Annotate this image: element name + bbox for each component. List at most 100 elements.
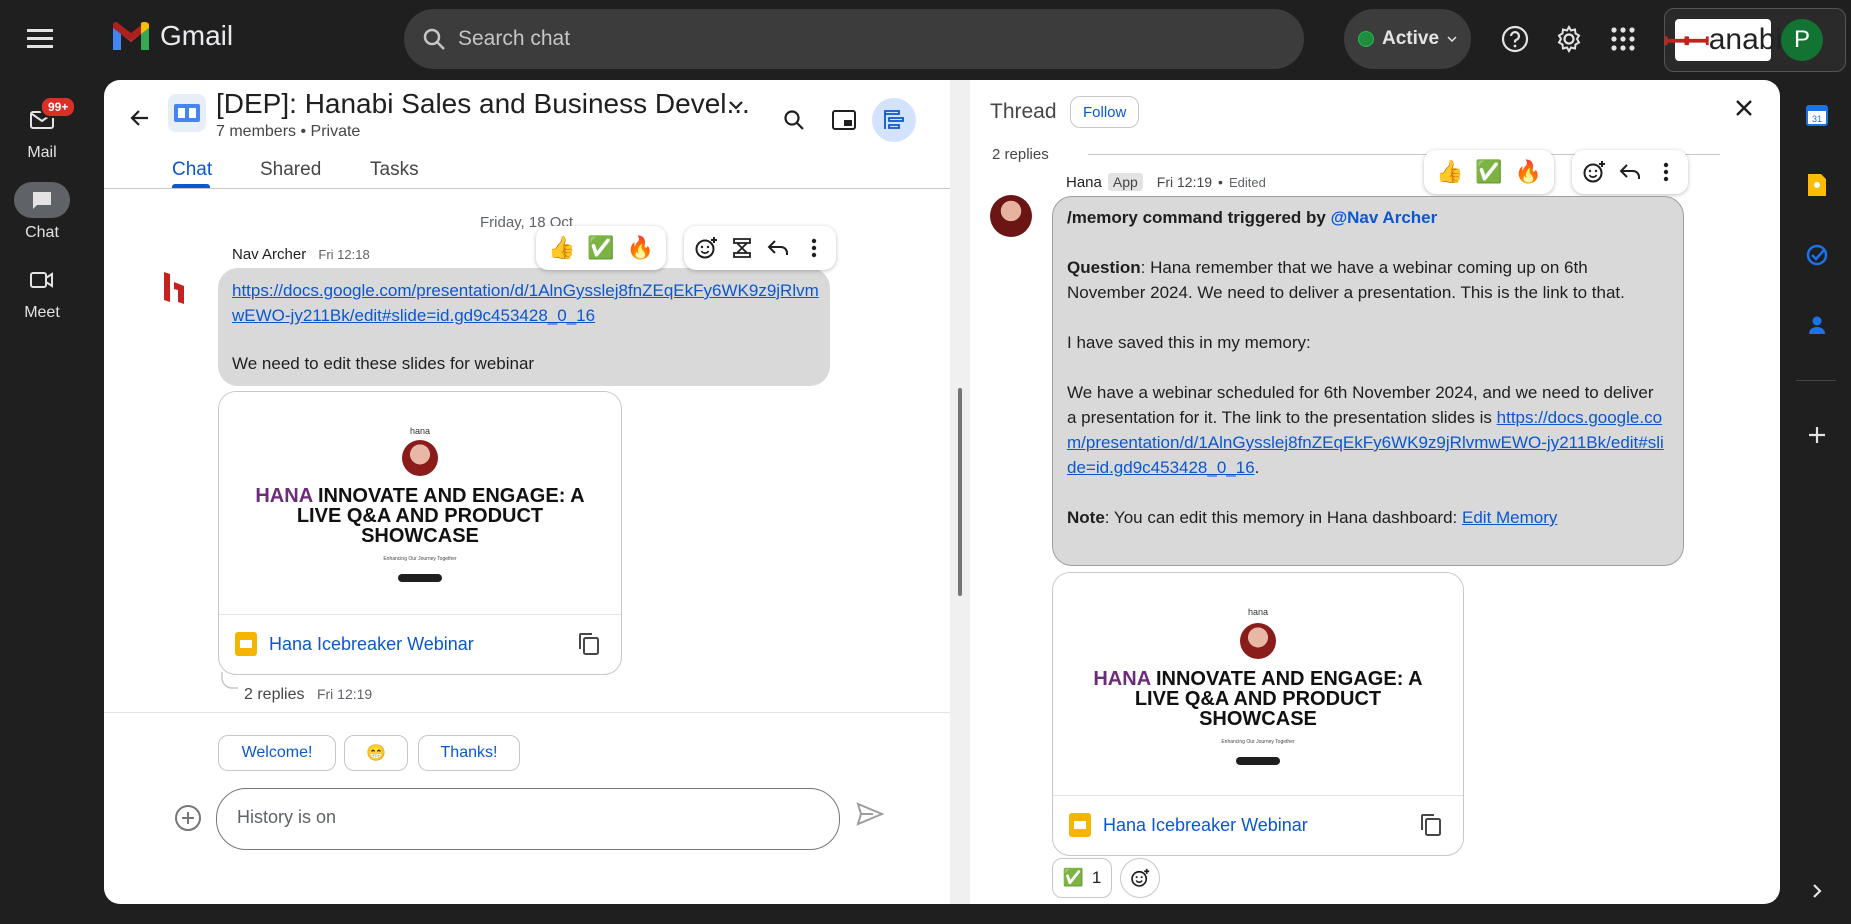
copy-link-button[interactable] — [1411, 805, 1451, 845]
back-button[interactable] — [120, 98, 160, 138]
search-input[interactable]: Search chat — [458, 27, 570, 51]
quick-reply-welcome[interactable]: Welcome! — [218, 735, 336, 771]
hana-avatar[interactable] — [990, 195, 1032, 237]
threads-icon — [884, 110, 904, 129]
reaction-chip-check[interactable]: ✅ 1 — [1052, 858, 1112, 898]
close-icon[interactable] — [1734, 98, 1754, 118]
tasks-app-button[interactable] — [1798, 236, 1836, 274]
add-emoji-icon — [695, 237, 717, 259]
rail-item-chat[interactable]: Chat — [0, 182, 84, 242]
note-text: : You can edit this memory in Hana dashb… — [1104, 508, 1462, 527]
thread-attachment-card[interactable]: hana HANA INNOVATE AND ENGAGE: A LIVE Q&… — [1052, 572, 1464, 856]
account-area[interactable]: ꟷꟷ anabi P — [1664, 8, 1846, 72]
add-attachment-icon[interactable] — [174, 804, 202, 832]
preview-title-highlight: HANA — [1093, 668, 1151, 690]
room-title[interactable]: [DEP]: Hanabi Sales and Business Devel..… — [216, 88, 750, 120]
add-reaction-button[interactable] — [688, 230, 724, 266]
quick-reply-thanks[interactable]: Thanks! — [418, 735, 520, 771]
threads-button[interactable] — [872, 98, 916, 142]
copy-link-button[interactable] — [569, 624, 609, 664]
status-selector[interactable]: Active — [1344, 9, 1471, 69]
compose-placeholder: History is on — [237, 807, 337, 827]
member-count[interactable]: 7 members — [216, 123, 296, 140]
user-mention[interactable]: @Nav Archer — [1331, 208, 1438, 227]
account-avatar[interactable]: P — [1781, 19, 1823, 61]
plus-icon — [1809, 427, 1825, 443]
add-emoji-icon — [1131, 868, 1150, 887]
slide-preview[interactable]: hana HANA INNOVATE AND ENGAGE: A LIVE Q&… — [219, 392, 621, 615]
calendar-app-button[interactable]: 31 — [1798, 96, 1836, 134]
rail-label-meet: Meet — [24, 304, 60, 321]
reaction-emoji: ✅ — [1062, 868, 1084, 887]
attachment-footer: Hana Icebreaker Webinar — [219, 616, 621, 672]
add-reaction-button[interactable] — [1120, 858, 1160, 898]
summarize-button[interactable] — [724, 230, 760, 266]
reaction-check[interactable]: ✅ — [581, 235, 620, 261]
send-icon[interactable] — [856, 802, 884, 826]
tab-divider — [104, 188, 950, 189]
question-text: : Hana remember that we have a webinar c… — [1067, 258, 1625, 302]
sender-name[interactable]: Nav Archer — [232, 246, 306, 263]
reply-button[interactable] — [1612, 154, 1648, 190]
attachment-card[interactable]: hana HANA INNOVATE AND ENGAGE: A LIVE Q&… — [218, 391, 622, 675]
more-options-button[interactable] — [796, 230, 832, 266]
question-paragraph: Question: Hana remember that we have a w… — [1067, 255, 1667, 305]
slide-preview[interactable]: hana HANA INNOVATE AND ENGAGE: A LIVE Q&… — [1053, 573, 1463, 796]
open-in-popup-button[interactable] — [822, 98, 866, 142]
search-in-chat-button[interactable] — [772, 98, 816, 142]
scrollbar-thumb[interactable] — [958, 388, 962, 596]
quick-reactions-bar: 👍 ✅ 🔥 — [536, 226, 667, 270]
settings-button[interactable] — [1548, 18, 1590, 60]
message-text: We need to edit these slides for webinar — [232, 354, 535, 373]
hana-portrait-icon — [402, 440, 438, 476]
unread-badge: 99+ — [40, 96, 77, 118]
summary-icon — [733, 238, 751, 258]
gear-icon — [1557, 25, 1581, 53]
help-button[interactable] — [1494, 18, 1536, 60]
tab-tasks[interactable]: Tasks — [370, 159, 419, 181]
preview-title-rest: INNOVATE AND ENGAGE: A LIVE Q&A AND PROD… — [296, 485, 585, 547]
chevron-down-icon[interactable] — [728, 100, 744, 110]
message-link[interactable]: https://docs.google.com/presentation/d/1… — [232, 278, 822, 328]
calendar-icon: 31 — [1806, 105, 1828, 126]
add-reaction-button[interactable] — [1576, 154, 1612, 190]
keep-app-button[interactable] — [1798, 166, 1836, 204]
contacts-app-button[interactable] — [1798, 306, 1836, 344]
tab-shared[interactable]: Shared — [260, 159, 321, 181]
reaction-thumbs-up[interactable]: 👍 — [542, 235, 581, 261]
rail-item-meet[interactable]: Meet — [0, 262, 84, 322]
attachment-name[interactable]: Hana Icebreaker Webinar — [1103, 815, 1411, 836]
search-bar[interactable]: Search chat — [404, 9, 1304, 69]
google-slides-icon — [1069, 813, 1091, 837]
thread-replies-count: 2 replies — [992, 146, 1049, 163]
attachment-name[interactable]: Hana Icebreaker Webinar — [269, 634, 569, 655]
apps-button[interactable] — [1602, 18, 1644, 60]
gmail-logo[interactable]: Gmail — [110, 20, 233, 52]
chevron-down-icon — [1447, 36, 1457, 42]
message-compose-field[interactable]: History is on — [216, 788, 840, 850]
attachment-footer: Hana Icebreaker Webinar — [1053, 797, 1463, 853]
more-options-button[interactable] — [1648, 154, 1684, 190]
preview-title-rest: INNOVATE AND ENGAGE: A LIVE Q&A AND PROD… — [1134, 668, 1423, 730]
thread-replies-link[interactable]: 2 replies Fri 12:19 — [244, 686, 372, 704]
hanabi-logo-text: anabi — [1708, 23, 1783, 56]
main-menu-button[interactable] — [16, 18, 64, 58]
reaction-check[interactable]: ✅ — [1469, 159, 1508, 185]
note-label: Note — [1067, 508, 1105, 527]
show-side-panel-button[interactable] — [1798, 872, 1836, 910]
get-addons-button[interactable] — [1798, 416, 1836, 454]
memory-end: . — [1254, 458, 1260, 477]
edit-memory-link[interactable]: Edit Memory — [1462, 508, 1557, 527]
dot-separator: • — [1218, 174, 1223, 190]
chevron-right-icon — [1813, 884, 1822, 898]
reaction-fire[interactable]: 🔥 — [621, 235, 660, 261]
reply-button[interactable] — [760, 230, 796, 266]
reaction-fire[interactable]: 🔥 — [1509, 159, 1548, 185]
message-actions-bar — [684, 226, 836, 270]
reaction-count: 1 — [1091, 868, 1102, 887]
reaction-thumbs-up[interactable]: 👍 — [1430, 159, 1469, 185]
quick-reply-grin[interactable]: 😁 — [344, 735, 408, 771]
thread-sender-name[interactable]: Hana — [1066, 174, 1102, 191]
tab-chat[interactable]: Chat — [172, 159, 212, 181]
follow-button[interactable]: Follow — [1070, 96, 1140, 128]
